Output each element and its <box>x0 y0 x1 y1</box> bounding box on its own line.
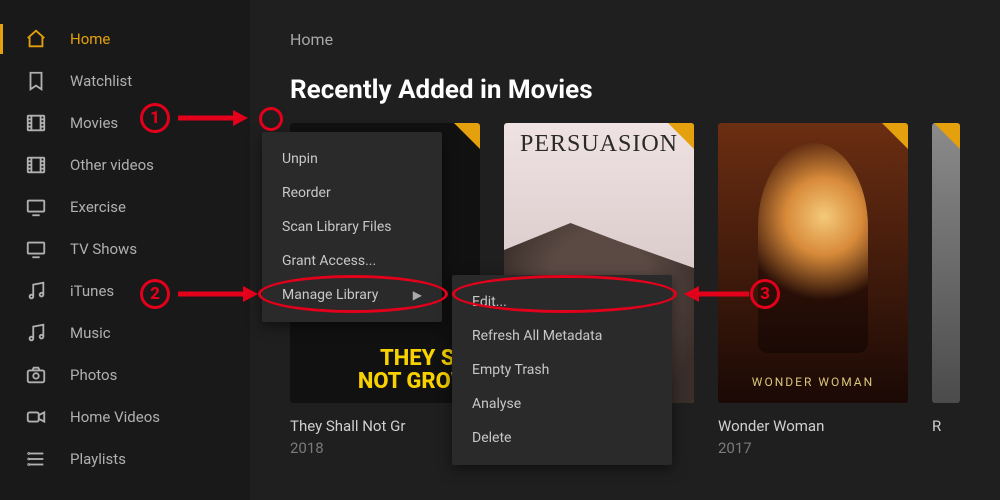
section-title: Recently Added in Movies <box>290 75 960 105</box>
sidebar-item-label: iTunes <box>70 282 114 300</box>
library-context-menu: Unpin Reorder Scan Library Files Grant A… <box>262 132 442 322</box>
unwatched-ribbon-icon <box>934 123 960 149</box>
menu-item-label: Manage Library <box>282 287 378 303</box>
sidebar-item-label: Movies <box>70 114 118 132</box>
submenu-item-empty-trash[interactable]: Empty Trash <box>452 353 672 387</box>
menu-item-label: Delete <box>472 430 511 446</box>
sidebar-item-label: Watchlist <box>70 72 132 90</box>
submenu-item-analyse[interactable]: Analyse <box>452 387 672 421</box>
sidebar-item-playlists[interactable]: Playlists <box>0 438 250 480</box>
sidebar-item-label: Photos <box>70 366 117 384</box>
chevron-right-icon: ▶ <box>413 288 422 302</box>
sidebar-item-tv-shows[interactable]: TV Shows <box>0 228 250 270</box>
poster-item[interactable]: R <box>932 123 960 457</box>
poster-art-text: THEY SH NOT GROW <box>300 347 470 393</box>
menu-item-label: Scan Library Files <box>282 219 392 235</box>
submenu-item-edit[interactable]: Edit... <box>452 285 672 319</box>
menu-item-grant-access[interactable]: Grant Access... <box>262 244 442 278</box>
menu-item-scan[interactable]: Scan Library Files <box>262 210 442 244</box>
bookmark-icon <box>24 69 48 93</box>
sidebar-item-itunes[interactable]: iTunes <box>0 270 250 312</box>
poster-art-shape <box>758 143 868 353</box>
sidebar: Home Watchlist Movies Other videos Exerc… <box>0 0 250 500</box>
poster-title: Wonder Woman <box>718 417 908 435</box>
unwatched-ribbon-icon <box>454 123 480 149</box>
music-icon <box>24 279 48 303</box>
menu-item-manage-library[interactable]: Manage Library ▶ <box>262 278 442 312</box>
submenu-item-delete[interactable]: Delete <box>452 421 672 455</box>
menu-item-label: Empty Trash <box>472 362 549 378</box>
poster-year: 2017 <box>718 439 908 457</box>
film-icon <box>24 153 48 177</box>
menu-item-label: Analyse <box>472 396 521 412</box>
submenu-item-refresh-metadata[interactable]: Refresh All Metadata <box>452 319 672 353</box>
menu-item-label: Reorder <box>282 185 331 201</box>
menu-item-reorder[interactable]: Reorder <box>262 176 442 210</box>
poster-art-text: WONDER WOMAN <box>718 375 908 389</box>
breadcrumb: Home <box>290 30 960 49</box>
home-icon <box>24 27 48 51</box>
tv-icon <box>24 237 48 261</box>
sidebar-item-movies[interactable]: Movies <box>0 102 250 144</box>
playlist-icon <box>24 447 48 471</box>
menu-item-unpin[interactable]: Unpin <box>262 142 442 176</box>
menu-item-label: Refresh All Metadata <box>472 328 602 344</box>
sidebar-item-home[interactable]: Home <box>0 18 250 60</box>
camcorder-icon <box>24 405 48 429</box>
sidebar-item-label: Exercise <box>70 198 126 216</box>
sidebar-item-label: Playlists <box>70 450 126 468</box>
sidebar-item-watchlist[interactable]: Watchlist <box>0 60 250 102</box>
sidebar-item-home-videos[interactable]: Home Videos <box>0 396 250 438</box>
sidebar-item-label: TV Shows <box>70 240 137 258</box>
manage-library-submenu: Edit... Refresh All Metadata Empty Trash… <box>452 275 672 465</box>
poster-art[interactable] <box>932 123 960 403</box>
poster-item[interactable]: WONDER WOMAN Wonder Woman 2017 <box>718 123 908 457</box>
sidebar-item-label: Home <box>70 30 110 48</box>
sidebar-item-label: Home Videos <box>70 408 160 426</box>
menu-item-label: Edit... <box>472 294 507 310</box>
poster-art-text: PERSUASION <box>504 131 694 158</box>
sidebar-item-photos[interactable]: Photos <box>0 354 250 396</box>
menu-item-label: Unpin <box>282 151 318 167</box>
sidebar-item-exercise[interactable]: Exercise <box>0 186 250 228</box>
music-icon <box>24 321 48 345</box>
poster-title: R <box>932 417 960 435</box>
sidebar-item-music[interactable]: Music <box>0 312 250 354</box>
camera-icon <box>24 363 48 387</box>
sidebar-item-other-videos[interactable]: Other videos <box>0 144 250 186</box>
tv-icon <box>24 195 48 219</box>
poster-art[interactable]: WONDER WOMAN <box>718 123 908 403</box>
sidebar-item-label: Other videos <box>70 156 154 174</box>
sidebar-item-label: Music <box>70 324 111 342</box>
unwatched-ribbon-icon <box>882 123 908 149</box>
film-icon <box>24 111 48 135</box>
menu-item-label: Grant Access... <box>282 253 376 269</box>
